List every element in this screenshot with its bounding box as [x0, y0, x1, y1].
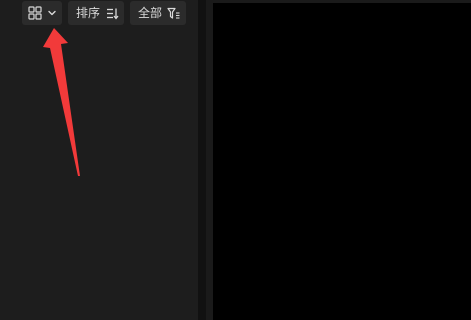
- sort-button-label: 排序: [76, 6, 101, 20]
- filter-button[interactable]: 全部: [130, 1, 186, 25]
- grid-view-icon: [28, 6, 42, 20]
- sort-icon: [106, 7, 119, 20]
- filter-icon: [167, 7, 180, 20]
- filter-button-label: 全部: [138, 6, 163, 20]
- app-window: 排序 全部: [0, 0, 471, 320]
- browser-toolbar: 排序 全部: [0, 0, 198, 28]
- preview-viewport: [213, 3, 471, 320]
- panel-splitter[interactable]: [198, 0, 206, 320]
- media-browser-panel: 排序 全部: [0, 0, 198, 320]
- view-toggle-button[interactable]: [22, 1, 62, 25]
- chevron-down-icon[interactable]: [47, 8, 57, 18]
- sort-button[interactable]: 排序: [68, 1, 124, 25]
